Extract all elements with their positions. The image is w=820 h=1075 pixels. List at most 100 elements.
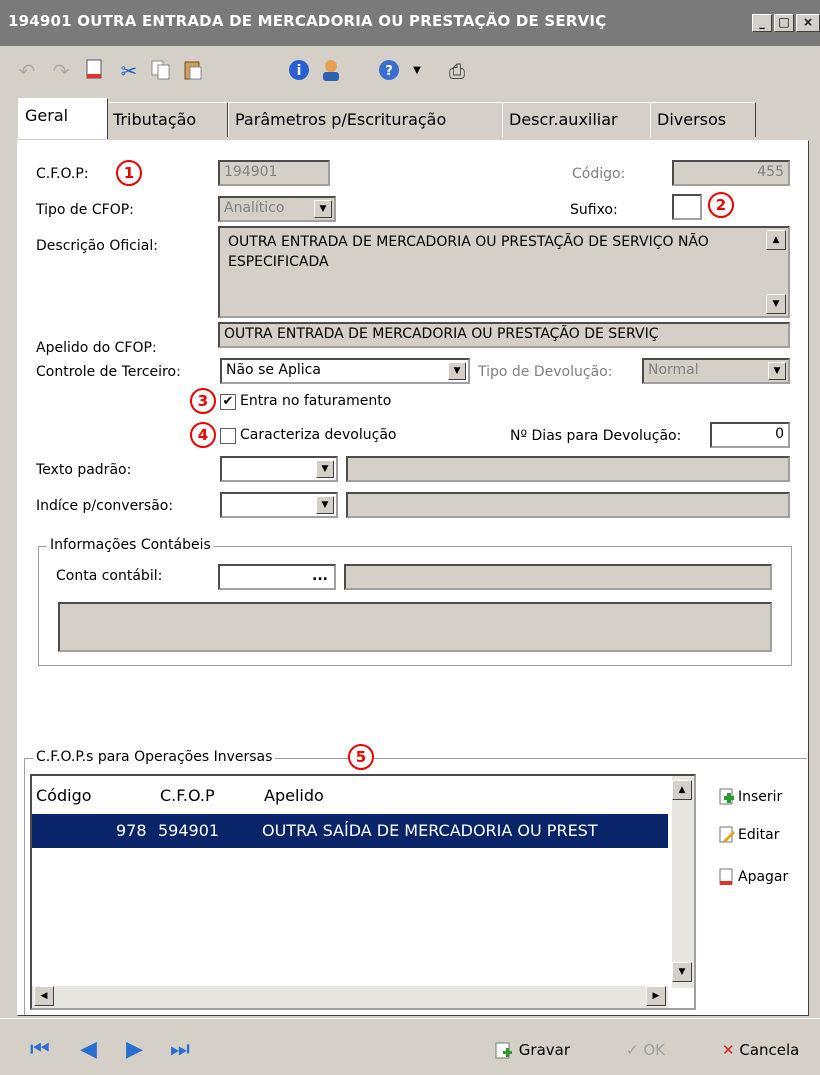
- scroll-down-icon[interactable]: ▼: [672, 962, 692, 982]
- conta-contabil-detail: [58, 602, 772, 652]
- entra-faturamento-label: Entra no faturamento: [240, 393, 392, 409]
- title-bar: 194901 OUTRA ENTRADA DE MERCADORIA OU PR…: [0, 0, 820, 46]
- scroll-up-icon[interactable]: ▲: [672, 780, 692, 800]
- tab-tributacao[interactable]: Tributação: [106, 102, 228, 137]
- descricao-textarea[interactable]: OUTRA ENTRADA DE MERCADORIA OU PRESTAÇÃO…: [218, 226, 790, 318]
- cancelar-button[interactable]: ✕ Cancela: [722, 1041, 799, 1059]
- copy-icon[interactable]: [148, 58, 174, 84]
- gravar-button[interactable]: Gravar: [494, 1041, 570, 1060]
- edit-icon: [718, 826, 736, 844]
- vertical-scrollbar[interactable]: [672, 776, 694, 988]
- annotation-badge-5: 5: [348, 744, 374, 770]
- tab-diversos[interactable]: Diversos: [650, 102, 756, 137]
- export-icon[interactable]: ⎙: [444, 58, 470, 84]
- dias-devolucao-field[interactable]: 0: [710, 422, 790, 448]
- tipo-cfop-value: Analítico: [224, 200, 285, 216]
- check-icon: ✓: [626, 1041, 639, 1059]
- cfop-label: C.F.O.P:: [36, 166, 89, 182]
- col-header-cfop[interactable]: C.F.O.P: [160, 776, 215, 816]
- row-apelido: OUTRA SAÍDA DE MERCADORIA OU PREST: [262, 821, 598, 840]
- redo-icon[interactable]: ↷: [48, 58, 74, 84]
- indice-select[interactable]: ▼: [220, 492, 338, 518]
- next-record-icon[interactable]: ▶: [126, 1039, 143, 1061]
- minimize-button[interactable]: _: [752, 14, 772, 32]
- cfop-field[interactable]: 194901: [218, 160, 330, 186]
- previous-record-icon[interactable]: ◀: [80, 1039, 97, 1061]
- sufixo-label: Sufixo:: [570, 202, 618, 218]
- undo-icon[interactable]: ↶: [14, 58, 40, 84]
- inversas-title: C.F.O.P.s para Operações Inversas: [33, 749, 276, 765]
- ellipsis-button[interactable]: ...: [312, 566, 328, 586]
- add-icon: [718, 788, 736, 806]
- scroll-left-icon[interactable]: ◀: [34, 986, 54, 1006]
- info-icon[interactable]: i: [286, 58, 312, 84]
- codigo-field[interactable]: 455: [672, 160, 790, 186]
- annotation-badge-3: 3: [190, 388, 216, 414]
- tab-descr-auxiliar[interactable]: Descr.auxiliar: [502, 102, 652, 137]
- conta-contabil-label: Conta contábil:: [56, 568, 163, 584]
- tipo-cfop-label: Tipo de CFOP:: [36, 202, 134, 218]
- tipo-cfop-select[interactable]: Analítico ▼: [218, 196, 336, 222]
- close-button[interactable]: ×: [796, 14, 820, 32]
- editar-label: Editar: [738, 827, 780, 843]
- apelido-label: Apelido do CFOP:: [36, 340, 157, 356]
- chevron-down-icon[interactable]: ▼: [316, 496, 334, 514]
- contabeis-title: Informações Contábeis: [47, 537, 214, 553]
- controle-select[interactable]: Não se Aplica ▼: [220, 358, 470, 384]
- annotation-badge-2: 2: [708, 192, 734, 218]
- indice-label: Indíce p/conversão:: [36, 498, 174, 514]
- apelido-field[interactable]: OUTRA ENTRADA DE MERCADORIA OU PRESTAÇÃO…: [218, 322, 790, 348]
- texto-padrao-desc: [346, 456, 790, 482]
- sufixo-field[interactable]: [672, 194, 702, 220]
- apagar-button[interactable]: Apagar: [718, 868, 788, 886]
- svg-text:i: i: [297, 63, 302, 79]
- scroll-right-icon[interactable]: ▶: [646, 986, 666, 1006]
- annotation-badge-4: 4: [190, 422, 216, 448]
- inserir-label: Inserir: [738, 789, 783, 805]
- dropdown-icon[interactable]: ▼: [404, 58, 430, 84]
- indice-desc: [346, 492, 790, 518]
- cut-icon[interactable]: ✂: [116, 58, 142, 84]
- help-icon[interactable]: ?: [376, 58, 402, 84]
- table-row[interactable]: 978 594901 OUTRA SAÍDA DE MERCADORIA OU …: [32, 814, 668, 848]
- scroll-up-icon[interactable]: ▲: [766, 230, 786, 250]
- dias-devolucao-label: Nº Dias para Devolução:: [510, 428, 682, 444]
- user-icon[interactable]: [318, 58, 344, 84]
- codigo-label: Código:: [572, 166, 626, 182]
- controle-label: Controle de Terceiro:: [36, 364, 181, 380]
- col-header-apelido[interactable]: Apelido: [264, 776, 324, 816]
- cancelar-label: Cancela: [739, 1041, 800, 1059]
- chevron-down-icon[interactable]: ▼: [768, 362, 786, 380]
- ok-label: OK: [643, 1041, 666, 1059]
- svg-text:?: ?: [385, 64, 393, 79]
- texto-padrao-label: Texto padrão:: [36, 462, 132, 478]
- tab-parametros[interactable]: Parâmetros p/Escrituração: [228, 102, 504, 137]
- first-record-icon[interactable]: ⏮: [30, 1039, 50, 1061]
- editar-button[interactable]: Editar: [718, 826, 779, 844]
- chevron-down-icon[interactable]: ▼: [316, 460, 334, 478]
- paste-icon[interactable]: [180, 58, 206, 84]
- tipo-devolucao-select[interactable]: Normal ▼: [642, 358, 790, 384]
- window-title: 194901 OUTRA ENTRADA DE MERCADORIA OU PR…: [8, 12, 607, 30]
- conta-contabil-desc: [344, 564, 772, 590]
- row-cfop: 594901: [158, 821, 220, 840]
- chevron-down-icon[interactable]: ▼: [448, 362, 466, 380]
- scroll-down-icon[interactable]: ▼: [766, 294, 786, 314]
- caracteriza-devolucao-label: Caracteriza devolução: [240, 427, 397, 443]
- inserir-button[interactable]: Inserir: [718, 788, 782, 806]
- ok-button[interactable]: ✓ OK: [626, 1041, 665, 1059]
- col-header-codigo[interactable]: Código: [36, 776, 92, 816]
- save-icon: [495, 1042, 512, 1058]
- apagar-label: Apagar: [738, 869, 789, 885]
- caracteriza-devolucao-checkbox[interactable]: [220, 428, 236, 444]
- last-record-icon[interactable]: ⏭: [170, 1039, 190, 1061]
- conta-contabil-field[interactable]: ...: [218, 564, 336, 590]
- horizontal-scrollbar[interactable]: [32, 986, 668, 1008]
- tab-geral[interactable]: Geral: [18, 98, 108, 139]
- inversas-grid: Código C.F.O.P Apelido 978 594901 OUTRA …: [30, 774, 696, 1010]
- maximize-button[interactable]: □: [774, 14, 794, 32]
- entra-faturamento-checkbox[interactable]: ✔: [220, 394, 236, 410]
- texto-padrao-select[interactable]: ▼: [220, 456, 338, 482]
- chevron-down-icon[interactable]: ▼: [314, 200, 332, 218]
- new-icon[interactable]: [82, 58, 108, 84]
